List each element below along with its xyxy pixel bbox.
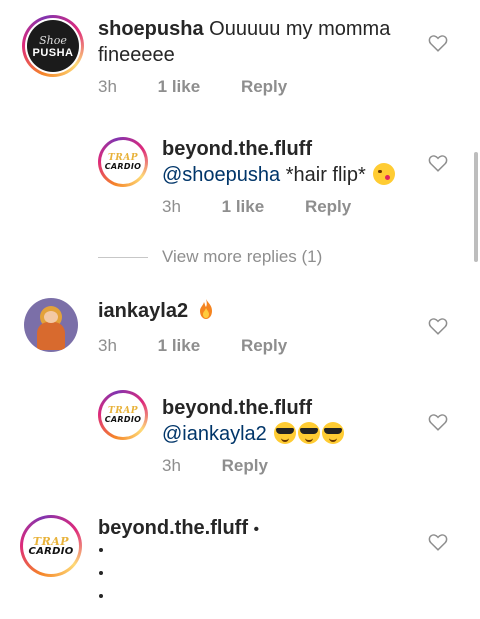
heart-icon[interactable] <box>427 32 449 54</box>
comment-username[interactable]: shoepusha <box>98 18 204 40</box>
sunglasses-emoji <box>274 422 297 444</box>
scrollbar[interactable] <box>474 152 478 262</box>
comment-time: 3h <box>98 77 117 96</box>
mention-link[interactable]: @iankayla2 <box>162 423 267 445</box>
reply-button[interactable]: Reply <box>222 456 268 475</box>
avatar[interactable]: TRAP CARDIO <box>98 390 148 440</box>
avatar-logo-text: PUSHA <box>32 46 74 59</box>
reply-button[interactable]: Reply <box>241 77 287 96</box>
avatar[interactable]: TRAP CARDIO <box>20 515 82 577</box>
mention-link[interactable]: @shoepusha <box>162 164 280 186</box>
avatar[interactable] <box>24 298 78 352</box>
comment-time: 3h <box>162 197 181 216</box>
comment-username[interactable]: beyond.the.fluff <box>98 517 248 539</box>
avatar-logo-bottom: CARDIO <box>28 545 74 557</box>
reply-button[interactable]: Reply <box>305 197 351 216</box>
likes-count[interactable]: 1 like <box>158 77 201 96</box>
comment-text-continued: fineeeee <box>98 44 175 66</box>
heart-icon[interactable] <box>427 531 449 553</box>
comment-username[interactable]: iankayla2 <box>98 300 188 322</box>
heart-icon[interactable] <box>427 411 449 433</box>
dot <box>99 571 103 575</box>
avatar[interactable]: TRAP CARDIO <box>98 137 148 187</box>
sunglasses-emoji <box>322 422 345 444</box>
comment-time: 3h <box>98 336 117 355</box>
comment-dots <box>99 548 109 617</box>
avatar-logo-top: TRAP <box>32 534 70 548</box>
likes-count[interactable]: 1 like <box>222 197 265 216</box>
fire-emoji <box>199 299 212 319</box>
dot <box>99 594 103 598</box>
avatar-script: Shoe <box>39 33 67 47</box>
heart-icon[interactable] <box>427 315 449 337</box>
comment-time: 3h <box>162 456 181 475</box>
likes-count[interactable]: 1 like <box>158 336 201 355</box>
kissing-face-emoji <box>373 163 396 185</box>
view-more-replies-button[interactable]: View more replies (1) <box>162 247 322 267</box>
heart-icon[interactable] <box>427 152 449 174</box>
avatar-logo-bottom: CARDIO <box>104 414 142 424</box>
comment-username[interactable]: beyond.the.fluff <box>162 397 312 419</box>
dot <box>99 548 103 552</box>
avatar[interactable]: Shoe PUSHA <box>22 15 84 77</box>
avatar-logo-bottom: CARDIO <box>104 161 142 171</box>
reply-button[interactable]: Reply <box>241 336 287 355</box>
sunglasses-emoji <box>298 422 321 444</box>
comment-text: Ouuuuu my momma <box>209 18 391 40</box>
view-more-divider <box>98 257 148 258</box>
comment-username[interactable]: beyond.the.fluff <box>162 138 312 160</box>
username-suffix-dot: • <box>253 521 260 538</box>
comment-text: *hair flip* <box>285 164 366 186</box>
